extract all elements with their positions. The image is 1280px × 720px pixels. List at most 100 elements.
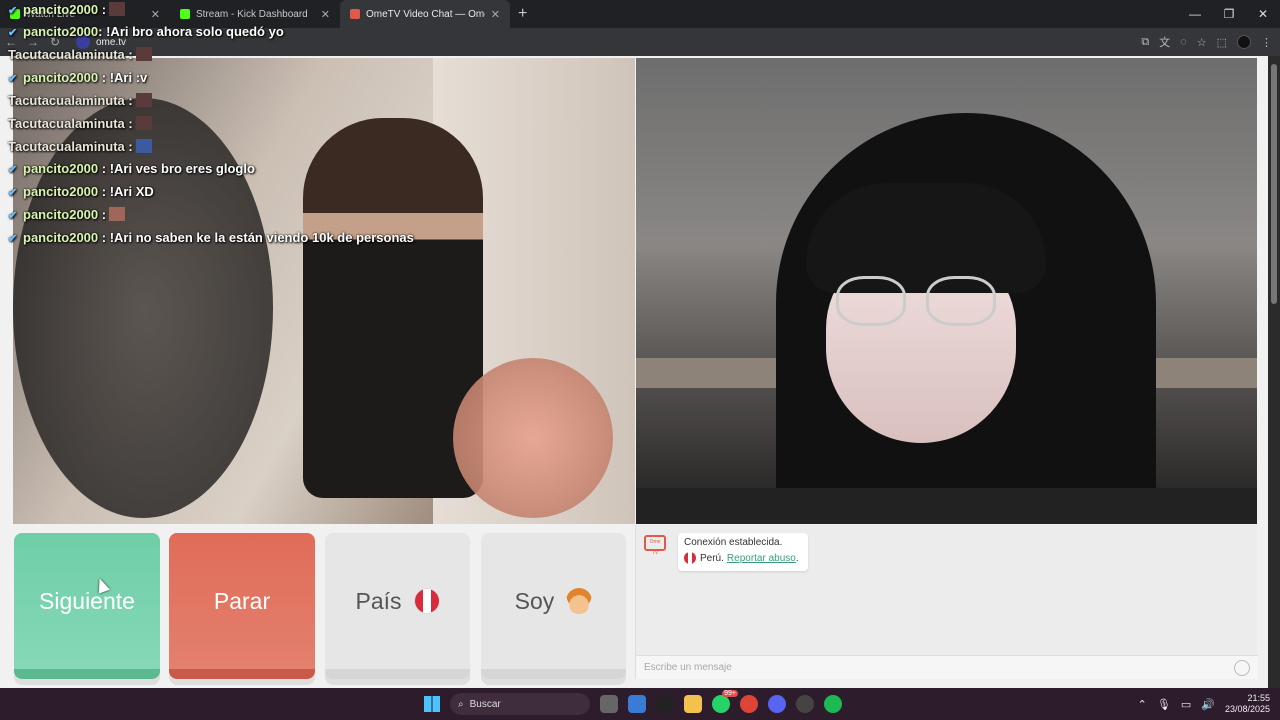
ometv-favicon-icon bbox=[350, 9, 360, 19]
chat-line: Tacutacualaminuta : bbox=[8, 139, 152, 154]
video-hair bbox=[806, 183, 1046, 293]
chat-line: ✔ pancito2000 : bbox=[8, 207, 126, 222]
chat-username: pancito2000 bbox=[23, 207, 99, 222]
steam-icon[interactable] bbox=[796, 695, 814, 713]
menu-icon[interactable]: ⋮ bbox=[1261, 36, 1272, 49]
chat-line: ✔ pancito2000 : bbox=[8, 2, 126, 17]
connection-status: Conexión establecida. bbox=[684, 537, 783, 548]
chat-line: Tacutacualaminuta : bbox=[8, 93, 152, 108]
chat-text: : bbox=[98, 2, 107, 17]
message-placeholder: Escribe un mensaje bbox=[644, 662, 732, 673]
close-tab-icon[interactable]: ✕ bbox=[491, 8, 500, 21]
close-window-icon[interactable]: ✕ bbox=[1246, 0, 1280, 28]
system-message: Conexión establecida. Perú. Reportar abu… bbox=[678, 533, 808, 571]
scrollbar-thumb[interactable] bbox=[1271, 64, 1277, 304]
tab-title: OmeTV Video Chat — Ome bbox=[366, 8, 485, 20]
profile-avatar[interactable] bbox=[1237, 35, 1251, 49]
chat-username: pancito2000 bbox=[23, 161, 99, 176]
clock[interactable]: 21:55 23/08/2025 bbox=[1225, 693, 1270, 715]
report-suffix: . bbox=[795, 552, 799, 564]
chat-username: Tacutacualaminuta bbox=[8, 93, 125, 108]
bookmark-star-icon[interactable]: ☆ bbox=[1197, 36, 1207, 49]
chevron-up-icon[interactable]: ⌃ bbox=[1138, 698, 1147, 711]
stop-button[interactable]: Parar bbox=[169, 533, 315, 679]
video-glasses-left bbox=[836, 276, 906, 326]
hide-icon[interactable]: ◌ bbox=[1180, 36, 1187, 48]
chat-username: pancito2000 bbox=[23, 2, 99, 17]
chat-username: pancito2000 bbox=[23, 184, 99, 199]
verified-badge-icon: ✔ bbox=[8, 187, 18, 199]
country-line: Perú. Reportar abuso. bbox=[684, 552, 802, 564]
chat-text: : bbox=[124, 139, 133, 154]
minimize-icon[interactable]: — bbox=[1178, 0, 1212, 28]
close-tab-icon[interactable]: ✕ bbox=[151, 8, 160, 21]
chat-username: pancito2000 bbox=[23, 70, 99, 85]
translate-icon[interactable]: 文 bbox=[1159, 34, 1170, 50]
toolbar-icons: ⧉ 文 ◌ ☆ ⬚ ⋮ bbox=[1141, 28, 1272, 56]
restore-icon[interactable]: ❐ bbox=[1212, 0, 1246, 28]
emoji-icon[interactable] bbox=[1234, 660, 1250, 676]
obs-icon[interactable] bbox=[656, 695, 674, 713]
video-desk bbox=[636, 488, 1257, 524]
country-label: País bbox=[355, 587, 402, 614]
emote-icon bbox=[109, 207, 126, 221]
notification-badge: 99+ bbox=[722, 690, 738, 697]
verified-badge-icon: ✔ bbox=[8, 164, 18, 176]
emote-icon bbox=[135, 139, 152, 153]
chat-line: Tacutacualaminuta : bbox=[8, 116, 152, 131]
report-abuse-link[interactable]: Reportar abuso bbox=[727, 553, 796, 564]
windows-start-icon[interactable] bbox=[424, 696, 440, 712]
extensions-icon[interactable]: ⬚ bbox=[1217, 36, 1227, 49]
whatsapp-icon[interactable]: 99+ bbox=[712, 690, 738, 713]
chrome-icon[interactable] bbox=[740, 695, 758, 713]
soy-label: Soy bbox=[514, 587, 555, 614]
network-icon[interactable]: ▭ bbox=[1181, 698, 1191, 711]
chat-line: ✔ pancito2000 : !Ari XD bbox=[8, 184, 154, 199]
chat-username: pancito2000 bbox=[23, 24, 99, 39]
verified-badge-icon: ✔ bbox=[8, 27, 18, 39]
emote-icon bbox=[135, 47, 152, 61]
chat-line: Tacutacualaminuta : bbox=[8, 47, 152, 62]
store-icon[interactable] bbox=[628, 695, 646, 713]
search-icon: ⌕ bbox=[458, 698, 464, 710]
chat-line: ✔ pancito2000 : !Ari no saben ke la están… bbox=[8, 230, 414, 245]
emote-icon bbox=[135, 116, 152, 130]
new-tab-button[interactable]: + bbox=[518, 5, 527, 23]
chat-text: : !Ari ves bro eres gloglo bbox=[98, 161, 255, 176]
verified-badge-icon: ✔ bbox=[8, 210, 18, 222]
chat-text: : bbox=[124, 116, 133, 131]
task-view-icon[interactable] bbox=[600, 695, 618, 713]
next-button[interactable]: Siguiente bbox=[14, 533, 160, 679]
date: 23/08/2025 bbox=[1224, 704, 1270, 714]
window-controls: — ❐ ✕ bbox=[1178, 0, 1280, 28]
spotify-icon[interactable] bbox=[824, 695, 842, 713]
next-label: Siguiente bbox=[39, 587, 135, 614]
volume-icon[interactable]: 🔊 bbox=[1201, 698, 1215, 711]
close-tab-icon[interactable]: ✕ bbox=[321, 8, 330, 21]
chat-text: : !Ari bro ahora solo quedó yo bbox=[98, 24, 284, 39]
country-button[interactable]: País bbox=[325, 533, 470, 679]
message-input[interactable]: Escribe un mensaje bbox=[636, 655, 1258, 679]
cast-icon[interactable]: ⧉ bbox=[1141, 36, 1149, 49]
mic-icon[interactable]: 🎙 bbox=[1157, 698, 1171, 711]
screen: Watch Live ✕ Stream - Kick Dashboard ✕ O… bbox=[0, 0, 1280, 720]
verified-badge-icon: ✔ bbox=[8, 5, 18, 17]
chat-text: : bbox=[98, 207, 107, 222]
taskbar-apps: ⌕ Buscar 99+ bbox=[424, 688, 842, 720]
gender-button[interactable]: Soy bbox=[481, 533, 626, 679]
chat-text: : bbox=[124, 93, 133, 108]
file-explorer-icon[interactable] bbox=[684, 695, 702, 713]
self-video bbox=[636, 58, 1257, 524]
emote-icon bbox=[109, 2, 126, 16]
peru-flag-icon bbox=[413, 588, 440, 614]
chat-username: Tacutacualaminuta bbox=[8, 47, 125, 62]
page-scrollbar[interactable] bbox=[1268, 56, 1280, 688]
discord-icon[interactable] bbox=[768, 695, 786, 713]
tab-ometv[interactable]: OmeTV Video Chat — Ome ✕ bbox=[340, 0, 510, 28]
chat-text: : bbox=[124, 47, 133, 62]
stop-label: Parar bbox=[213, 587, 271, 614]
emote-icon bbox=[135, 93, 152, 107]
chat-text: : !Ari no saben ke la están viendo 10k d… bbox=[98, 230, 414, 245]
taskbar-search[interactable]: ⌕ Buscar bbox=[450, 693, 590, 715]
video-hand bbox=[453, 358, 613, 518]
